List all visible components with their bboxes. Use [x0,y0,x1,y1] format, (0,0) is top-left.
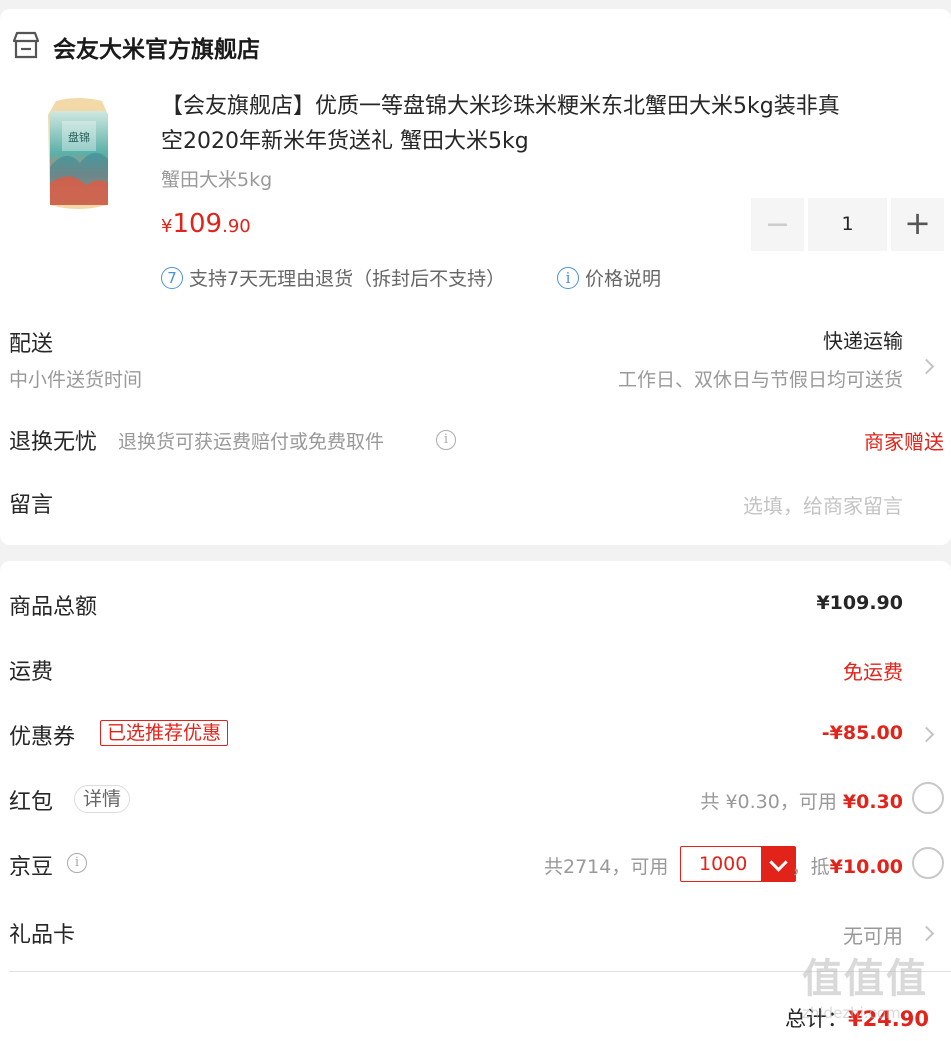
goods-total-label: 商品总额 [9,595,98,620]
giftcard-label: 礼品卡 [9,923,76,948]
svg-text:盘锦: 盘锦 [68,130,90,144]
chevron-right-icon [918,358,935,375]
redpacket-radio[interactable] [912,782,944,814]
jingdou-info-icon[interactable]: i [67,853,87,873]
jingdou-select[interactable]: 1000 [680,846,796,882]
quantity-stepper: − 1 + [751,198,944,251]
jingdou-offset-value: ¥10.00 [829,856,903,878]
price-info-link[interactable]: i 价格说明 [557,264,661,291]
jingdou-radio[interactable] [912,847,944,879]
redpacket-row: 红包 详情 共 ¥0.30，可用 ¥0.30 [0,779,951,825]
exchange-value: 商家赠送 [864,430,944,454]
jingdou-total: 共2714，可用 [544,856,669,878]
return-policy[interactable]: 7 支持7天无理由退货（拆封后不支持） [161,264,505,291]
chevron-right-icon [918,925,935,942]
exchange-label: 退换无忧 [9,430,98,455]
delivery-method: 快递运输 [823,329,903,353]
jingdou-offset: ，抵¥10.00 [792,852,903,879]
watermark: 值值值 zhidezhi.com [802,946,948,1032]
product-title-line1: 【会友旗舰店】优质一等盘锦大米珍珠米粳米东北蟹田大米5kg装非真 [161,94,840,119]
jingdou-label: 京豆 [9,855,54,880]
delivery-row[interactable]: 配送 中小件送货时间 快递运输 工作日、双休日与节假日均可送货 [0,319,951,403]
exchange-row: 退换无忧 退换货可获运费赔付或免费取件 i 商家赠送 [0,419,951,465]
return-policy-text: 支持7天无理由退货（拆封后不支持） [189,268,506,290]
watermark-text: 值值值 [802,956,928,1002]
giftcard-value: 无可用 [843,924,903,948]
coupon-row[interactable]: 优惠券 已选推荐优惠 -¥85.00 [0,711,951,757]
message-row: 留言 选填，给商家留言 [0,484,951,530]
product-title[interactable]: 【会友旗舰店】优质一等盘锦大米珍珠米粳米东北蟹田大米5kg装非真 空2020年新… [161,89,840,159]
info-icon: i [557,266,579,289]
jingdou-offset-prefix: ，抵 [791,856,830,878]
shipping-value: 免运费 [843,660,903,684]
redpacket-available: ¥0.30 [842,791,903,813]
redpacket-label: 红包 [9,790,54,815]
coupon-value: -¥85.00 [821,722,903,744]
product-spec: 蟹田大米5kg [161,169,273,191]
price-info-text: 价格说明 [585,268,662,290]
jingdou-row: 京豆 i 共2714，可用 1000 ，抵¥10.00 [0,844,951,890]
redpacket-total: 共 ¥0.30，可用 [700,791,843,813]
price-integer: 109 [172,209,223,239]
coupon-label: 优惠券 [9,725,76,750]
redpacket-amounts: 共 ¥0.30，可用 ¥0.30 [700,787,903,814]
product-image[interactable]: 盘锦 [36,97,122,217]
order-item-card: 会友大米官方旗舰店 盘锦 【会友旗舰店】优质一等盘锦大米珍珠米粳米东北蟹田大米5… [0,9,951,545]
product-price: ¥109.90 [161,209,251,239]
increase-button[interactable]: + [891,198,944,251]
delivery-sub: 中小件送货时间 [9,369,143,391]
shipping-label: 运费 [9,660,54,685]
seven-day-return-icon: 7 [161,266,183,289]
goods-total-value: ¥109.90 [816,592,903,614]
price-decimal: .90 [222,216,251,237]
jingdou-select-value: 1000 [699,853,748,875]
decrease-button[interactable]: − [751,198,804,251]
delivery-schedule: 工作日、双休日与节假日均可送货 [617,369,903,391]
quantity-input[interactable]: 1 [808,198,887,251]
message-label: 留言 [9,493,54,518]
exchange-desc: 退换货可获运费赔付或免费取件 [118,431,385,453]
product-title-line2: 空2020年新米年货送礼 蟹田大米5kg [161,129,529,154]
watermark-url: zhidezhi.com [802,1004,901,1022]
exchange-info-icon[interactable]: i [436,430,456,450]
chevron-right-icon [918,726,935,743]
redpacket-detail-button[interactable]: 详情 [74,785,131,813]
coupon-tag: 已选推荐优惠 [100,720,229,746]
store-icon [12,31,40,59]
store-name: 会友大米官方旗舰店 [53,37,260,63]
delivery-label: 配送 [9,332,54,357]
chevron-down-icon [761,847,795,881]
message-input[interactable]: 选填，给商家留言 [743,490,903,519]
price-symbol: ¥ [161,216,173,237]
